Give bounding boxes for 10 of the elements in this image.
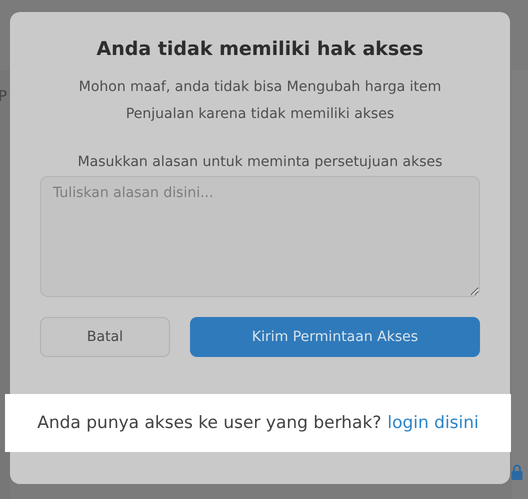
login-link[interactable]: login disini — [387, 413, 479, 433]
cancel-button[interactable]: Batal — [40, 317, 170, 357]
dialog-message: Mohon maaf, anda tidak bisa Mengubah harga item — [78, 78, 442, 97]
send-request-button[interactable]: Kirim Permintaan Akses — [190, 317, 480, 357]
lock-icon — [511, 464, 523, 480]
dialog-title: Anda tidak memiliki hak akses — [96, 38, 424, 60]
dialog-message: Penjualan karena tidak memiliki akses — [124, 105, 396, 124]
reason-label: Masukkan alasan untuk meminta persetujuan akses — [76, 154, 444, 170]
reason-field[interactable]: Tuliskan alasan disini... — [40, 176, 480, 297]
callout-text: Anda punya akses ke user yang berhak? — [37, 413, 382, 433]
